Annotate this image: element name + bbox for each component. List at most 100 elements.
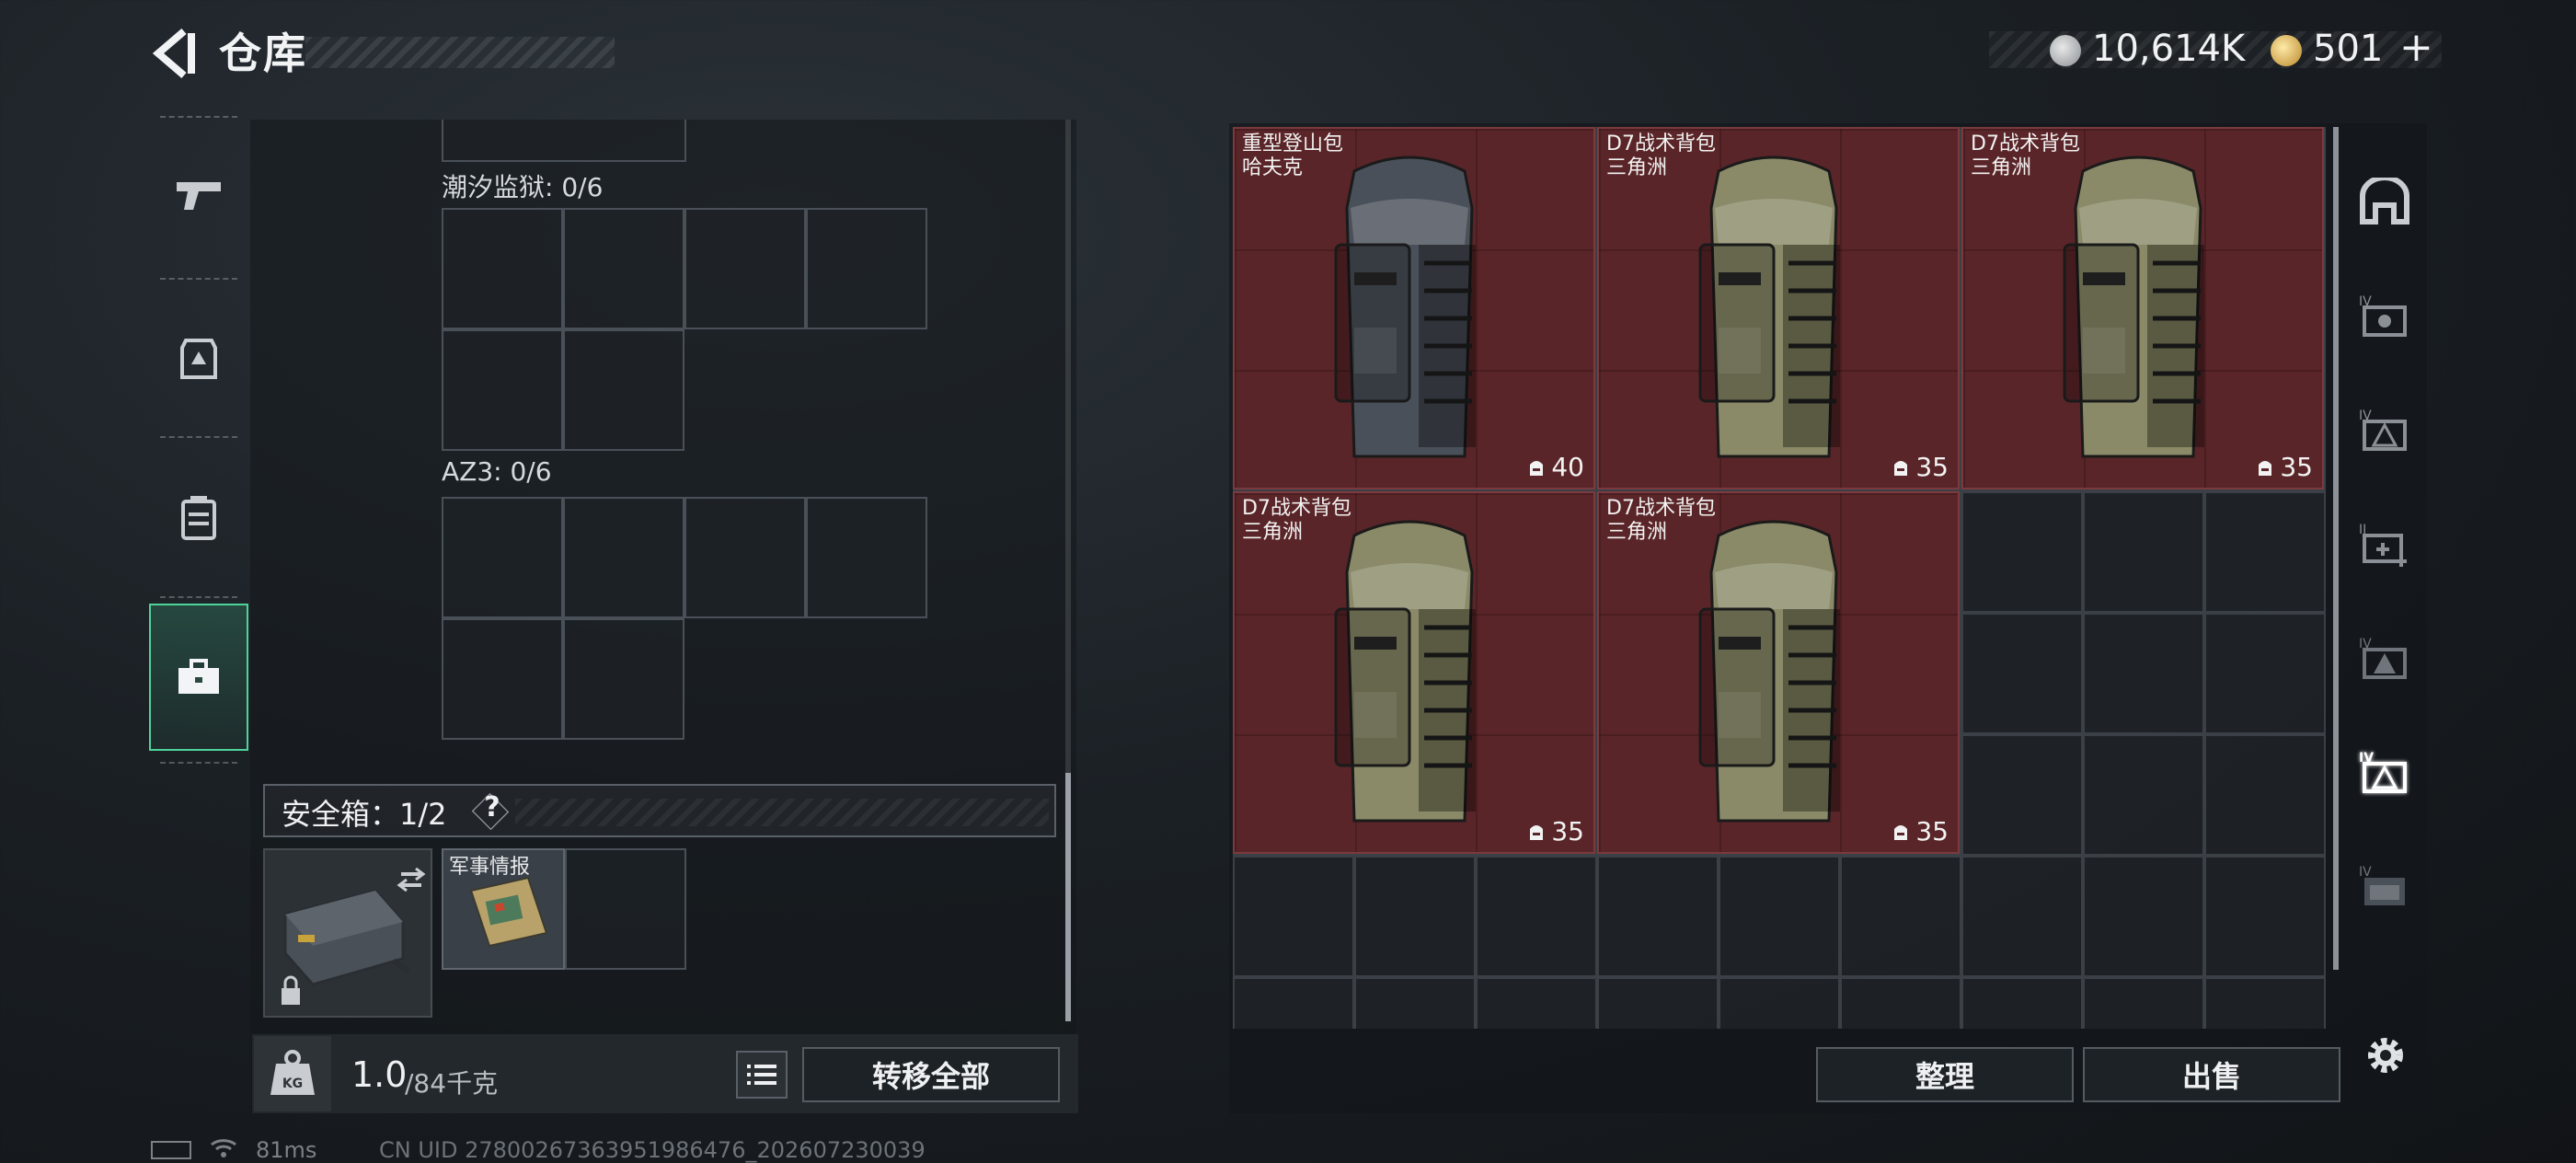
- list-view-button[interactable]: [736, 1051, 788, 1099]
- backpack-icon: [1698, 520, 1840, 823]
- stash-cell[interactable]: [2204, 491, 2326, 613]
- stash-cell[interactable]: [1233, 856, 1354, 977]
- nav-weapons[interactable]: [149, 121, 248, 269]
- grid-cell[interactable]: [563, 497, 684, 618]
- stash-cell[interactable]: [2083, 977, 2204, 1029]
- nav-armor[interactable]: [149, 285, 248, 432]
- stash-item-backpack[interactable]: D7战术背包 三角洲 35: [1961, 127, 2324, 489]
- stash-item-backpack[interactable]: 重型登山包 哈夫克 40: [1233, 127, 1595, 489]
- backpack-icon: [181, 496, 216, 540]
- grid-cell[interactable]: [563, 208, 684, 329]
- premium-coin-icon: [2271, 35, 2302, 66]
- gear-icon: [2368, 1038, 2403, 1073]
- grid-cell[interactable]: [806, 497, 927, 618]
- grid2-label: AZ3: 0/6: [442, 456, 552, 487]
- stash-cell[interactable]: [1961, 977, 2083, 1029]
- grid-cell[interactable]: [442, 497, 563, 618]
- stash-cell[interactable]: [1476, 856, 1597, 977]
- backpack-icon: [2063, 155, 2204, 458]
- item-faction: 三角洲: [1242, 521, 1304, 544]
- item-title: 重型登山包: [1242, 132, 1344, 155]
- stash-cell[interactable]: [2204, 613, 2326, 734]
- safebox-case[interactable]: [263, 848, 432, 1018]
- uid-text: CN UID 27800267363951986476_202607230039: [379, 1137, 926, 1163]
- grid1-label: 潮汐监狱: 0/6: [442, 172, 604, 202]
- stash-item-backpack[interactable]: D7战术背包 三角洲 35: [1597, 491, 1960, 854]
- intel-label: 军事情报: [449, 856, 531, 879]
- item-capacity: 40: [1527, 452, 1584, 482]
- capacity-icon: [1530, 460, 1544, 476]
- pistol-icon: [177, 182, 221, 210]
- weight-current: 1.0: [351, 1054, 408, 1095]
- stash-cell[interactable]: [1840, 856, 1961, 977]
- grid-cell[interactable]: [684, 208, 806, 329]
- item-title: D7战术背包: [1242, 497, 1351, 520]
- settings-button[interactable]: [2353, 1023, 2418, 1088]
- scrollbar-thumb[interactable]: [1065, 773, 1071, 1021]
- stash-scrollbar[interactable]: [2333, 127, 2339, 970]
- stash-cell[interactable]: [2083, 491, 2204, 613]
- stash-item-backpack[interactable]: D7战术背包 三角洲 35: [1233, 491, 1595, 854]
- category-tier4-icon: IV: [2359, 409, 2407, 451]
- stash-cell[interactable]: [1597, 977, 1719, 1029]
- stash-cell[interactable]: [2083, 856, 2204, 977]
- currency-secondary-value[interactable]: 501: [2313, 28, 2383, 70]
- capacity-icon: [1894, 824, 1908, 840]
- svg-text:KG: KG: [282, 1077, 303, 1091]
- category-tier4-icon: IV: [2359, 751, 2407, 793]
- item-capacity: 35: [2256, 452, 2313, 482]
- item-capacity-value: 35: [1551, 816, 1584, 846]
- grid-cell[interactable]: [563, 329, 684, 451]
- grid-cell[interactable]: [442, 329, 563, 451]
- stash-cell[interactable]: [1840, 977, 1961, 1029]
- grid-cell[interactable]: [442, 120, 686, 162]
- transfer-all-button[interactable]: 转移全部: [802, 1047, 1060, 1102]
- stash-cell[interactable]: [2204, 856, 2326, 977]
- grid-cell[interactable]: [806, 208, 927, 329]
- item-name: D7战术背包 三角洲: [1606, 497, 1716, 545]
- category-6[interactable]: IV: [2342, 817, 2427, 955]
- stash-cell[interactable]: [2083, 613, 2204, 734]
- stash-cell[interactable]: [1354, 977, 1476, 1029]
- safebox-stripe: [515, 799, 1049, 826]
- stash-item-backpack[interactable]: D7战术背包 三角洲 35: [1597, 127, 1960, 489]
- stash-cell[interactable]: [1961, 734, 2083, 856]
- stash-cell[interactable]: [2083, 734, 2204, 856]
- stash-cell[interactable]: [1719, 977, 1840, 1029]
- item-capacity-value: 35: [1915, 816, 1949, 846]
- safebox-label: 安全箱：1/2: [282, 797, 447, 832]
- item-title: D7战术背包: [1606, 497, 1716, 520]
- sort-button[interactable]: 整理: [1816, 1047, 2074, 1102]
- stash-cell[interactable]: [1961, 491, 2083, 613]
- item-name: D7战术背包 三角洲: [1242, 497, 1351, 545]
- item-title: D7战术背包: [1971, 132, 2080, 155]
- grid-cell[interactable]: [563, 618, 684, 740]
- sell-button[interactable]: 出售: [2083, 1047, 2340, 1102]
- page-title: 仓库: [219, 29, 307, 78]
- stash-cell[interactable]: [2204, 977, 2326, 1029]
- grid-cell[interactable]: [442, 618, 563, 740]
- category-sidebar: IV IV II IV IV IV: [2342, 129, 2427, 1031]
- add-currency-button[interactable]: +: [2399, 24, 2433, 71]
- stash-cell[interactable]: [1233, 977, 1354, 1029]
- stash-cell[interactable]: [1961, 613, 2083, 734]
- help-button[interactable]: ?: [478, 791, 506, 823]
- nav-backpack[interactable]: [149, 443, 248, 591]
- backpack-icon: [1334, 520, 1476, 823]
- stash-cell[interactable]: [1597, 856, 1719, 977]
- stash-cell[interactable]: [1354, 856, 1476, 977]
- item-faction: 哈夫克: [1242, 156, 1304, 179]
- nav-toolbox[interactable]: [149, 604, 248, 751]
- grid-cell[interactable]: [684, 497, 806, 618]
- item-capacity-value: 35: [1915, 452, 1949, 482]
- stash-cell[interactable]: [1961, 856, 2083, 977]
- grid-cell[interactable]: [565, 848, 686, 970]
- grid-cell[interactable]: [442, 208, 563, 329]
- stash-cell[interactable]: [2204, 734, 2326, 856]
- weight-max: /84千克: [405, 1068, 499, 1099]
- item-faction: 三角洲: [1971, 156, 2032, 179]
- stash-cell[interactable]: [1476, 977, 1597, 1029]
- stash-grid: 重型登山包 哈夫克 40 D7战术背包 三角洲 35 D7战术背包 三角洲 35 D7战术背包 三角…: [1233, 127, 2328, 1029]
- back-icon[interactable]: [147, 26, 202, 81]
- stash-cell[interactable]: [1719, 856, 1840, 977]
